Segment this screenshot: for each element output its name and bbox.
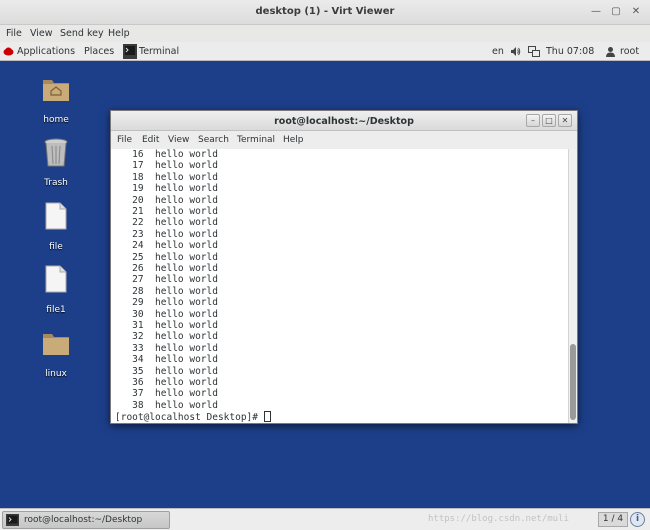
terminal-line: 16 hello world — [115, 149, 218, 160]
terminal-cursor — [263, 411, 271, 423]
desktop-icon-file[interactable]: file — [26, 202, 86, 258]
language-indicator[interactable]: en — [492, 46, 504, 57]
applications-menu[interactable]: Applications — [17, 46, 75, 57]
terminal-menu-search[interactable]: Search — [198, 135, 229, 145]
trash-icon — [44, 138, 68, 167]
terminal-menu-file[interactable]: File — [117, 135, 132, 145]
host-menu-help[interactable]: Help — [108, 28, 130, 39]
terminal-line: 21 hello world — [115, 206, 218, 217]
desktop-icon-linux[interactable]: linux — [26, 329, 86, 385]
desktop-icon-label: file — [49, 242, 63, 252]
terminal-menu-help[interactable]: Help — [283, 135, 304, 145]
terminal-minimize-button[interactable]: – — [526, 114, 540, 127]
terminal-scrollbar[interactable] — [568, 149, 577, 423]
minimize-icon[interactable]: — — [588, 4, 604, 20]
terminal-line: 19 hello world — [115, 183, 218, 195]
terminal-line: 22 hello world — [115, 217, 218, 229]
file-icon — [45, 202, 67, 230]
workspace-pager[interactable]: 1 / 4 — [598, 512, 628, 527]
terminal-line: 26 hello world — [115, 263, 218, 274]
host-menu-view[interactable]: View — [30, 28, 53, 39]
terminal-line: 35 hello world — [115, 365, 218, 377]
terminal-output[interactable]: 16 hello world 17 hello world 18 hello w… — [111, 149, 569, 423]
terminal-line: 38 hello world — [115, 399, 218, 411]
gnome-bottom-panel: root@localhost:~/Desktop https://blog.cs… — [0, 508, 650, 530]
desktop-icon-label: home — [43, 115, 69, 125]
terminal-menubar: File Edit View Search Terminal Help — [111, 131, 577, 149]
folder-icon — [43, 334, 69, 355]
host-titlebar: desktop (1) - Virt Viewer — ▢ ✕ — [0, 0, 650, 25]
terminal-panel-tab[interactable]: Terminal — [122, 43, 180, 60]
terminal-titlebar[interactable]: root@localhost:~/Desktop – □ ✕ — [111, 111, 577, 131]
user-menu[interactable]: root — [620, 46, 639, 57]
terminal-line: 25 hello world — [115, 251, 218, 263]
volume-icon[interactable] — [510, 46, 521, 57]
terminal-window-title: root@localhost:~/Desktop — [274, 116, 414, 127]
terminal-line: 28 hello world — [115, 285, 218, 297]
maximize-icon[interactable]: ▢ — [608, 4, 624, 20]
terminal-icon — [123, 44, 137, 59]
terminal-line: 24 hello world — [115, 240, 218, 252]
taskbar-terminal-label: root@localhost:~/Desktop — [24, 515, 143, 525]
terminal-tab-label: Terminal — [139, 46, 180, 57]
terminal-line: 20 hello world — [115, 194, 218, 206]
terminal-scrollbar-thumb[interactable] — [570, 344, 576, 420]
terminal-line: 27 hello world — [115, 274, 218, 286]
terminal-close-button[interactable]: ✕ — [558, 114, 572, 127]
user-icon — [606, 47, 615, 57]
terminal-menu-view[interactable]: View — [168, 135, 189, 145]
terminal-menu-edit[interactable]: Edit — [142, 135, 159, 145]
watermark-text: https://blog.csdn.net/muli — [428, 514, 569, 524]
info-icon[interactable]: i — [630, 512, 645, 527]
terminal-line: 33 hello world — [115, 342, 218, 354]
terminal-icon — [6, 514, 19, 526]
terminal-line: 23 hello world — [115, 228, 218, 240]
folder-home-icon — [43, 80, 69, 101]
host-menu-file[interactable]: File — [6, 28, 22, 39]
host-menu-send-key[interactable]: Send key — [60, 28, 104, 39]
terminal-line: 37 hello world — [115, 388, 218, 400]
places-menu[interactable]: Places — [84, 46, 114, 57]
terminal-line: 31 hello world — [115, 320, 218, 331]
desktop-icon-label: file1 — [46, 305, 66, 315]
desktop-icon-file1[interactable]: file1 — [26, 265, 86, 321]
network-icon[interactable] — [528, 46, 540, 57]
host-menubar: File View Send key Help — [0, 25, 650, 42]
terminal-line: 29 hello world — [115, 297, 218, 309]
terminal-line: 30 hello world — [115, 308, 218, 320]
terminal-line: 32 hello world — [115, 331, 218, 343]
terminal-line: 34 hello world — [115, 354, 218, 366]
desktop-icon-label: Trash — [44, 178, 68, 188]
host-window-title: desktop (1) - Virt Viewer — [255, 6, 395, 17]
desktop-icon-home[interactable]: home — [26, 75, 86, 131]
terminal-line: 18 hello world — [115, 171, 218, 183]
terminal-window[interactable]: root@localhost:~/Desktop – □ ✕ File Edit… — [110, 110, 578, 424]
terminal-prompt: [root@localhost Desktop]# — [115, 412, 264, 423]
terminal-line: 36 hello world — [115, 377, 218, 388]
file-icon — [45, 265, 67, 293]
terminal-menu-terminal[interactable]: Terminal — [237, 135, 275, 145]
taskbar-terminal-button[interactable]: root@localhost:~/Desktop — [2, 511, 170, 529]
close-icon[interactable]: ✕ — [628, 4, 644, 20]
terminal-maximize-button[interactable]: □ — [542, 114, 556, 127]
desktop-icon-label: linux — [45, 369, 67, 379]
terminal-prompt-line[interactable]: [root@localhost Desktop]# — [115, 411, 271, 423]
redhat-logo-icon — [3, 47, 14, 56]
terminal-line: 17 hello world — [115, 160, 218, 172]
desktop-icon-trash[interactable]: Trash — [26, 138, 86, 194]
gnome-top-panel: Applications Places Terminal en Thu 07:0… — [0, 42, 650, 61]
panel-clock[interactable]: Thu 07:08 — [546, 46, 594, 57]
